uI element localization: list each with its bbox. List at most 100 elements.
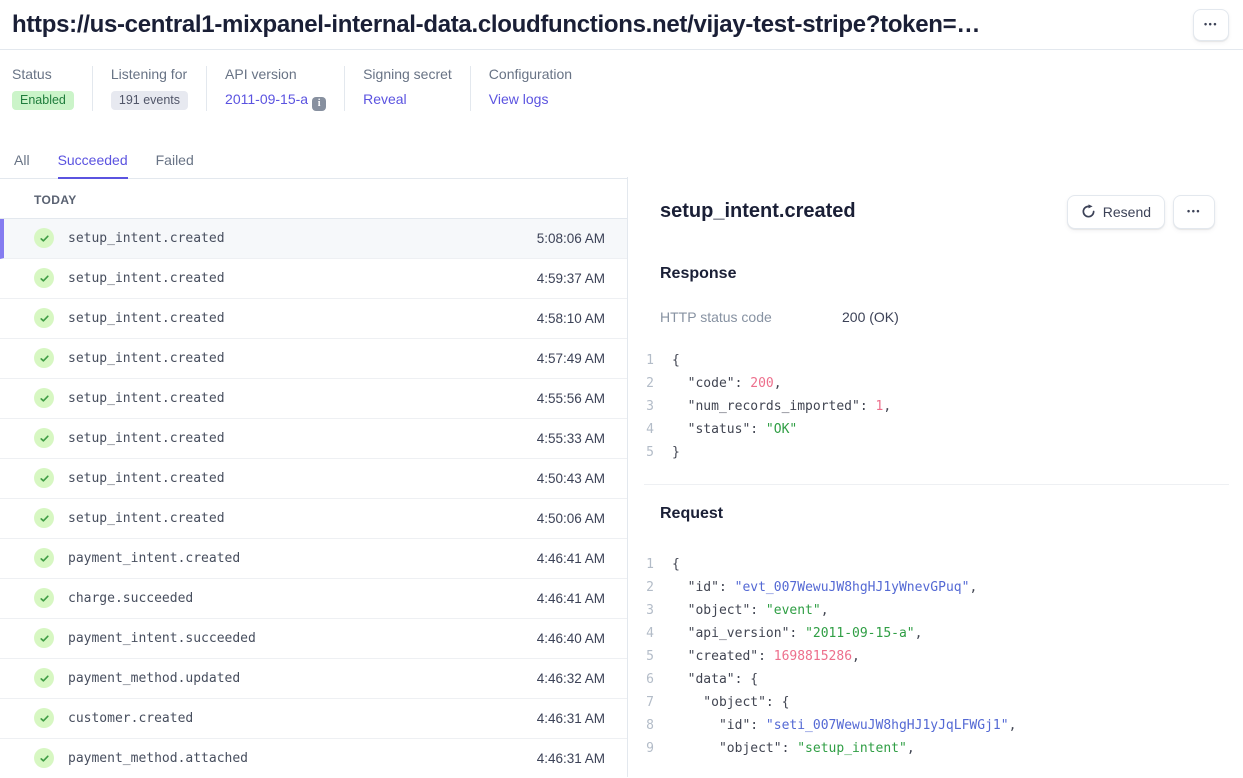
event-time: 4:46:40 AM xyxy=(537,631,605,646)
success-check-icon xyxy=(34,268,54,288)
line-number: 1 xyxy=(638,553,654,576)
event-list-item[interactable]: charge.succeeded4:46:41 AM xyxy=(0,579,627,619)
meta-status: Status Enabled xyxy=(12,66,93,111)
status-badge: Enabled xyxy=(12,91,74,110)
event-list-panel: All Succeeded Failed TODAY setup_intent.… xyxy=(0,147,627,777)
event-time: 4:50:06 AM xyxy=(537,511,605,526)
event-list-item[interactable]: setup_intent.created4:50:43 AM xyxy=(0,459,627,499)
event-list-item[interactable]: setup_intent.created 4:58:10 AM xyxy=(0,299,627,339)
event-list-item[interactable]: payment_intent.created 4:46:41 AM xyxy=(0,539,627,579)
reveal-secret-link[interactable]: Reveal xyxy=(363,91,407,107)
event-name: setup_intent.created xyxy=(68,351,225,366)
refresh-icon xyxy=(1081,204,1096,219)
event-name: setup_intent.created xyxy=(68,511,225,526)
ellipsis-icon: ••• xyxy=(1187,207,1201,216)
status-label: Status xyxy=(12,66,74,82)
meta-signing-secret: Signing secret Reveal xyxy=(345,66,471,111)
code-line: 7 "object": { xyxy=(638,691,1243,714)
event-status-tabs: All Succeeded Failed xyxy=(0,147,627,179)
event-time: 4:46:32 AM xyxy=(537,671,605,686)
code-line: 3 "num_records_imported": 1, xyxy=(638,395,1243,418)
meta-listening-for: Listening for 191 events xyxy=(93,66,207,111)
webhook-url-title: https://us-central1-mixpanel-internal-da… xyxy=(12,11,1193,39)
success-check-icon xyxy=(34,708,54,728)
event-time: 4:57:49 AM xyxy=(537,351,605,366)
code-line: 5 "created": 1698815286, xyxy=(638,645,1243,668)
line-number: 7 xyxy=(638,691,654,714)
view-logs-link[interactable]: View logs xyxy=(489,91,549,107)
event-name: setup_intent.created xyxy=(68,231,225,246)
success-check-icon xyxy=(34,468,54,488)
event-name: payment_method.attached xyxy=(68,751,248,766)
code-line: 1{ xyxy=(638,553,1243,576)
event-name: setup_intent.created xyxy=(68,271,225,286)
event-list-item[interactable]: payment_method.attached4:46:31 AM xyxy=(0,739,627,778)
code-line: 8 "id": "seti_007WewuJW8hgHJ1yJqLFWGj1", xyxy=(638,714,1243,737)
code-line: 1{ xyxy=(638,349,1243,372)
event-time: 5:08:06 AM xyxy=(537,231,605,246)
detail-overflow-button[interactable]: ••• xyxy=(1173,195,1215,229)
event-name: setup_intent.created xyxy=(68,391,225,406)
meta-api-version: API version 2011-09-15-a i xyxy=(207,66,345,111)
code-line: 3 "object": "event", xyxy=(638,599,1243,622)
code-line: 6 "data": { xyxy=(638,668,1243,691)
event-time: 4:46:41 AM xyxy=(537,551,605,566)
code-line: 4 "api_version": "2011-09-15-a", xyxy=(638,622,1243,645)
code-line: 2 "id": "evt_007WewuJW8hgHJ1yWnevGPuq", xyxy=(638,576,1243,599)
success-check-icon xyxy=(34,748,54,768)
code-line: 4 "status": "OK" xyxy=(638,418,1243,441)
detail-actions: Resend ••• xyxy=(1067,195,1215,229)
event-time: 4:55:33 AM xyxy=(537,431,605,446)
event-time: 4:59:37 AM xyxy=(537,271,605,286)
configuration-label: Configuration xyxy=(489,66,572,82)
success-check-icon xyxy=(34,388,54,408)
tab-failed[interactable]: Failed xyxy=(156,147,194,178)
main-content: All Succeeded Failed TODAY setup_intent.… xyxy=(0,147,1243,777)
code-line: 5} xyxy=(638,441,1243,464)
event-name: payment_method.updated xyxy=(68,671,240,686)
section-divider xyxy=(644,484,1229,485)
tab-all[interactable]: All xyxy=(14,147,30,178)
event-time: 4:55:56 AM xyxy=(537,391,605,406)
success-check-icon xyxy=(34,588,54,608)
ellipsis-icon: ••• xyxy=(1204,20,1218,29)
success-check-icon xyxy=(34,628,54,648)
event-time: 4:58:10 AM xyxy=(537,311,605,326)
event-list-item[interactable]: customer.created4:46:31 AM xyxy=(0,699,627,739)
line-number: 4 xyxy=(638,622,654,645)
event-time: 4:46:31 AM xyxy=(537,711,605,726)
event-list-item[interactable]: payment_method.updated 4:46:32 AM xyxy=(0,659,627,699)
detail-header: setup_intent.created Resend ••• xyxy=(628,177,1243,229)
event-name: payment_intent.succeeded xyxy=(68,631,256,646)
http-status-label: HTTP status code xyxy=(660,309,842,325)
event-name: payment_intent.created xyxy=(68,551,240,566)
event-list-item[interactable]: setup_intent.created 4:57:49 AM xyxy=(0,339,627,379)
resend-button[interactable]: Resend xyxy=(1067,195,1165,229)
line-number: 2 xyxy=(638,576,654,599)
request-code-block: 1{2 "id": "evt_007WewuJW8hgHJ1yWnevGPuq"… xyxy=(628,553,1243,760)
line-number: 4 xyxy=(638,418,654,441)
request-section-heading: Request xyxy=(628,505,1243,523)
event-rows: setup_intent.created5:08:06 AMsetup_inte… xyxy=(0,219,627,778)
line-number: 5 xyxy=(638,441,654,464)
line-number: 8 xyxy=(638,714,654,737)
listening-for-label: Listening for xyxy=(111,66,188,82)
event-name: setup_intent.created xyxy=(68,311,225,326)
signing-secret-label: Signing secret xyxy=(363,66,452,82)
event-list-item[interactable]: payment_intent.succeeded 4:46:40 AM xyxy=(0,619,627,659)
meta-configuration: Configuration View logs xyxy=(471,66,590,111)
code-line: 2 "code": 200, xyxy=(638,372,1243,395)
success-check-icon xyxy=(34,228,54,248)
tab-succeeded[interactable]: Succeeded xyxy=(58,147,128,179)
event-list-item[interactable]: setup_intent.created 4:50:06 AM xyxy=(0,499,627,539)
line-number: 3 xyxy=(638,395,654,418)
event-list-item[interactable]: setup_intent.created 4:59:37 AM xyxy=(0,259,627,299)
header-overflow-button[interactable]: ••• xyxy=(1193,9,1229,41)
webhook-meta-bar: Status Enabled Listening for 191 events … xyxy=(0,50,1243,111)
api-version-link[interactable]: 2011-09-15-a xyxy=(225,91,308,107)
event-list-item[interactable]: setup_intent.created 4:55:56 AM xyxy=(0,379,627,419)
info-icon: i xyxy=(312,97,326,111)
event-list-item[interactable]: setup_intent.created 5:08:06 AM xyxy=(0,219,627,259)
event-list-item[interactable]: setup_intent.created4:55:33 AM xyxy=(0,419,627,459)
api-version-label: API version xyxy=(225,66,326,82)
